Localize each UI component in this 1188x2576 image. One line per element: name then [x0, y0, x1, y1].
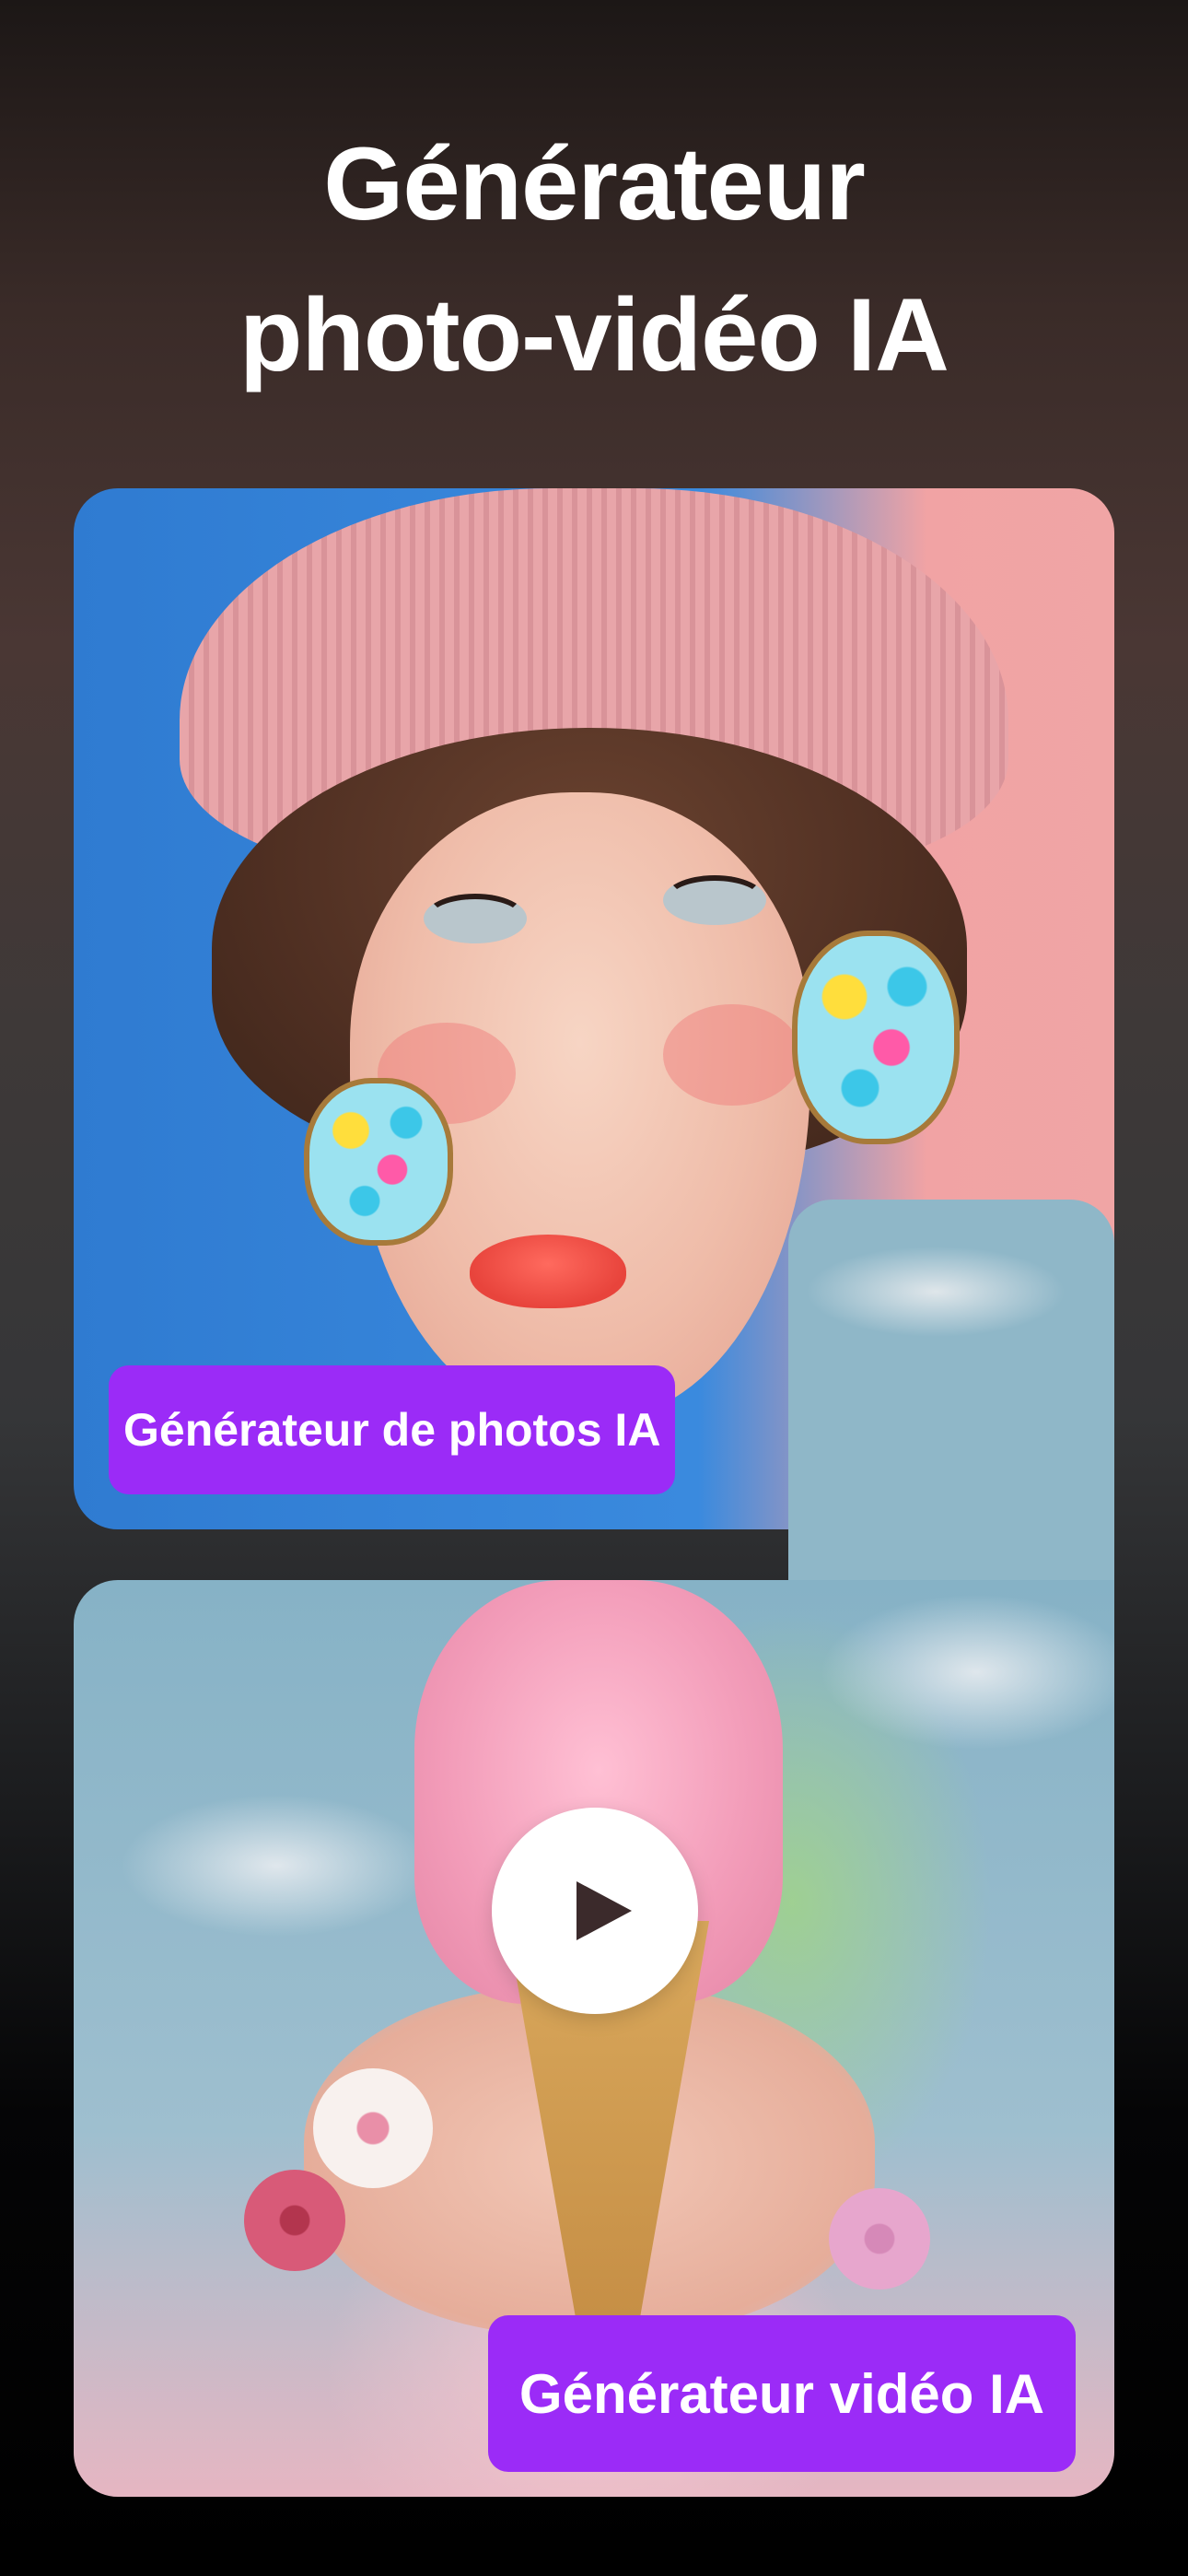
title-line-1: Générateur	[323, 126, 866, 241]
flower-ring-red	[244, 2170, 345, 2271]
earring-right	[792, 931, 960, 1144]
lips	[470, 1235, 626, 1308]
eye-right	[663, 875, 766, 925]
app-screen: Générateur photo-vidéo IA Générateur de …	[0, 0, 1188, 2576]
eye-left	[424, 894, 527, 943]
earring-left	[304, 1078, 453, 1246]
title-line-2: photo-vidéo IA	[239, 277, 949, 392]
play-icon	[577, 1881, 632, 1940]
video-card-top-section[interactable]	[788, 1200, 1114, 1587]
page-title: Générateur photo-vidéo IA	[0, 109, 1188, 411]
cheek-right	[663, 1004, 801, 1106]
video-generator-label[interactable]: Générateur vidéo IA	[488, 2315, 1076, 2472]
photo-generator-label[interactable]: Générateur de photos IA	[109, 1365, 676, 1494]
flower-ring-white	[313, 2068, 433, 2188]
flower-ring-pink	[829, 2188, 930, 2289]
play-button[interactable]	[492, 1808, 698, 2014]
